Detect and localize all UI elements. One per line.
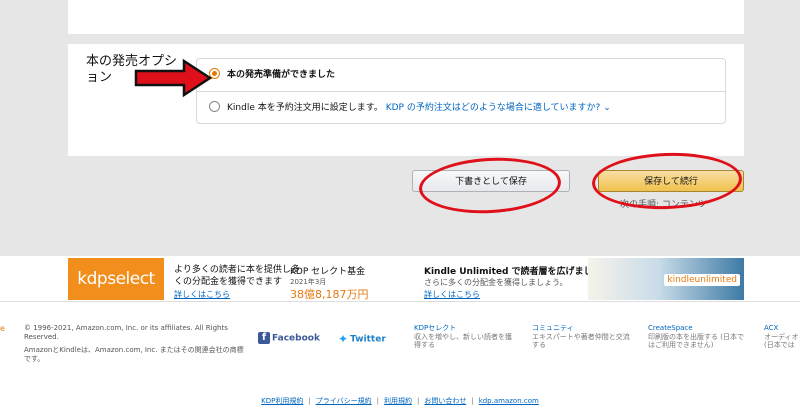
kindle-unlimited-banner-image[interactable]: kindleunlimited [588, 258, 744, 300]
footer-divider [0, 301, 800, 302]
kindle-unlimited-logo: kindleunlimited [664, 274, 740, 286]
fund-amount: 38億8,187万円 [290, 288, 369, 301]
twitter-label: Twitter [350, 334, 386, 345]
option-release-now[interactable]: 本の発売準備ができました [197, 59, 725, 92]
footer-col1-text: 収入を増やし、新しい読者を獲得する [414, 333, 512, 349]
footer-col2-text: エキスパートや著者仲間と交流する [532, 333, 630, 349]
footer-col-community[interactable]: コミュニティ エキスパートや著者仲間と交流する [532, 324, 632, 349]
promo-description: より多くの読者に本を提供し多くの分配金を獲得できます [174, 265, 300, 287]
facebook-icon: f [258, 332, 270, 344]
footer-col-acx[interactable]: ACX オーディオ (日本では [764, 324, 800, 349]
fund-title: KDP セレクト基金 [290, 267, 366, 277]
twitter-icon: ✦ [338, 332, 349, 346]
footer-copyright: © 1996-2021, Amazon.com, Inc. or its aff… [24, 324, 244, 364]
red-arrow-annotation [134, 58, 213, 98]
footer-col4-title: ACX [764, 324, 779, 332]
separator: | [308, 397, 311, 405]
footer-link-terms[interactable]: 利用規約 [384, 397, 412, 405]
trademark-text: AmazonとKindleは、Amazon.com, Inc. またはその関連会… [24, 346, 244, 363]
footer-col4-text: オーディオ (日本では [764, 333, 799, 349]
twitter-link[interactable]: ✦ Twitter [338, 332, 386, 346]
option-preorder-label: Kindle 本を予約注文用に設定します。 KDP の予約注文はどのような場合に… [227, 100, 611, 113]
option-release-now-label: 本の発売準備ができました [227, 70, 336, 80]
footer-link-kdp-site[interactable]: kdp.amazon.com [479, 397, 539, 405]
footer-col-createspace[interactable]: CreateSpace 印刷版の本を出版する (日本ではご利用できません) [648, 324, 748, 349]
footer-edge-mark: e [0, 324, 5, 333]
ku-subtitle: さらに多くの分配金を獲得しましょう。 [424, 278, 568, 287]
kdp-select-promo-banner: kdpselect より多くの読者に本を提供し多くの分配金を獲得できます 詳しく… [68, 258, 744, 301]
footer-links: KDP利用規約 | プライバシー規約 | 利用規約 | お問い合わせ | kdp.amazon.… [0, 396, 800, 406]
footer-link-kdp-terms[interactable]: KDP利用規約 [261, 397, 303, 405]
release-options-group: 本の発売準備ができました Kindle 本を予約注文用に設定します。 KDP の… [196, 58, 726, 124]
promo-learn-more-link[interactable]: 詳しくはこちら [174, 289, 230, 300]
option-preorder[interactable]: Kindle 本を予約注文用に設定します。 KDP の予約注文はどのような場合に… [197, 92, 725, 124]
ku-learn-more-link[interactable]: 詳しくはこちら [424, 289, 480, 300]
separator: | [471, 397, 474, 405]
preorder-help-link[interactable]: KDP の予約注文はどのような場合に適していますか? [386, 103, 601, 113]
separator: | [376, 397, 379, 405]
kdp-select-logo: kdpselect [68, 258, 164, 300]
footer-link-privacy[interactable]: プライバシー規約 [316, 397, 372, 405]
previous-section-card [68, 0, 744, 34]
footer-col3-text: 印刷版の本を出版する (日本ではご利用できません) [648, 333, 744, 349]
radio-preorder[interactable] [209, 101, 220, 112]
footer-col2-title: コミュニティ [532, 324, 574, 332]
footer-col1-title: KDPセレクト [414, 324, 457, 332]
footer-col-kdp-select[interactable]: KDPセレクト 収入を増やし、新しい読者を獲得する [414, 324, 514, 349]
chevron-down-icon[interactable]: ⌄ [603, 103, 611, 113]
separator: | [416, 397, 420, 405]
footer-link-contact[interactable]: お問い合わせ [424, 397, 466, 405]
footer-col3-title: CreateSpace [648, 324, 693, 332]
facebook-label: Facebook [272, 333, 320, 344]
facebook-link[interactable]: f Facebook [258, 332, 320, 344]
option-preorder-text: Kindle 本を予約注文用に設定します。 [227, 103, 383, 113]
copyright-text: © 1996-2021, Amazon.com, Inc. or its aff… [24, 324, 228, 341]
